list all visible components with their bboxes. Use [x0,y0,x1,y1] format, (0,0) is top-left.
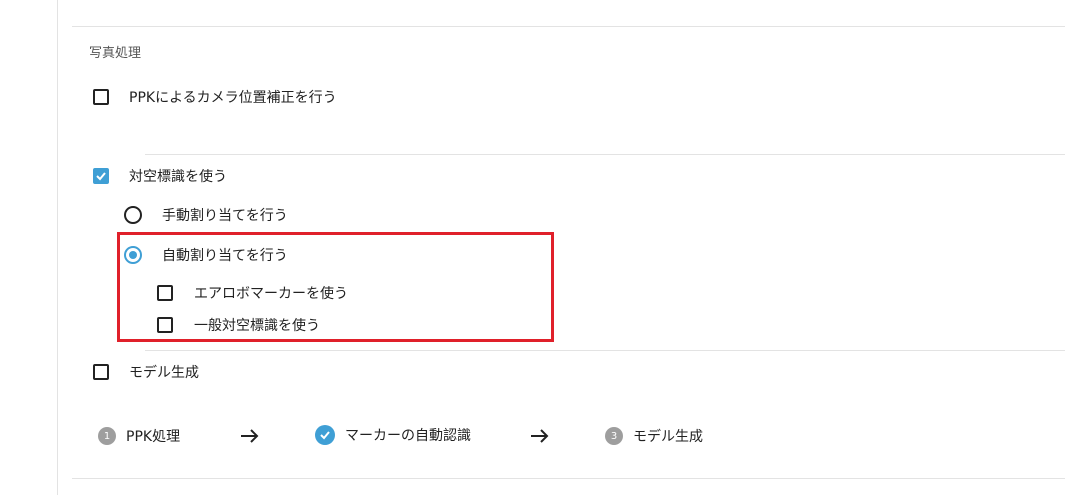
auto-assign-radio[interactable] [124,246,142,264]
step-ppk: 1 PPK処理 [98,426,180,446]
general-gcp-label: 一般対空標識を使う [194,318,320,334]
step-label: モデル生成 [633,429,703,445]
auto-assign-option[interactable]: 自動割り当てを行う [124,245,288,265]
radio-dot-icon [129,251,137,259]
check-icon [96,172,106,181]
ppk-option[interactable]: PPKによるカメラ位置補正を行う [93,87,337,107]
model-gen-option[interactable]: モデル生成 [93,362,199,382]
step-label: PPK処理 [126,429,181,445]
step-marker-detection: マーカーの自動認識 [315,425,471,445]
top-divider [72,26,1065,27]
general-gcp-option[interactable]: 一般対空標識を使う [157,315,320,335]
gcp-checkbox[interactable] [93,168,109,184]
aerobo-marker-label: エアロボマーカーを使う [194,286,348,302]
model-gen-label: モデル生成 [129,365,199,381]
section-title: 写真処理 [89,46,142,61]
aerobo-marker-checkbox[interactable] [157,285,173,301]
manual-assign-option[interactable]: 手動割り当てを行う [124,205,288,225]
ppk-label: PPKによるカメラ位置補正を行う [129,90,337,106]
arrow-right-icon [241,429,259,443]
ppk-checkbox[interactable] [93,89,109,105]
left-divider [57,0,58,495]
arrow-right-icon [531,429,549,443]
model-gen-checkbox[interactable] [93,364,109,380]
divider [145,154,1065,155]
manual-assign-label: 手動割り当てを行う [162,208,288,224]
auto-assign-label: 自動割り当てを行う [162,248,288,264]
aerobo-marker-option[interactable]: エアロボマーカーを使う [157,283,348,303]
step-number-badge: 3 [605,427,623,445]
divider [145,350,1065,351]
check-circle-icon [315,425,335,445]
gcp-label: 対空標識を使う [129,169,227,185]
step-number-badge: 1 [98,427,116,445]
general-gcp-checkbox[interactable] [157,317,173,333]
bottom-divider [72,478,1065,479]
step-model-gen: 3 モデル生成 [605,426,703,446]
gcp-option[interactable]: 対空標識を使う [93,166,227,186]
manual-assign-radio[interactable] [124,206,142,224]
step-label: マーカーの自動認識 [345,428,471,444]
